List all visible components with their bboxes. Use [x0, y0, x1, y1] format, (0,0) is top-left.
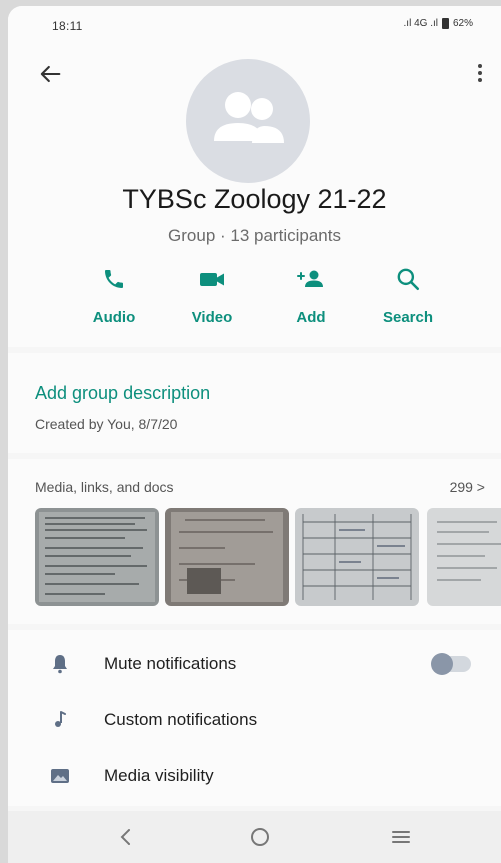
- phone-screen: 18:11 .ıl 4G .ıl 62% TYBSc Zoology 21-22…: [8, 6, 501, 863]
- audio-label: Audio: [92, 309, 136, 326]
- search-label: Search: [382, 309, 434, 326]
- media-thumbnail[interactable]: [35, 508, 159, 606]
- search-button[interactable]: Search: [363, 264, 453, 326]
- add-label: Add: [296, 309, 326, 326]
- mute-notifications-label: Mute notifications: [104, 654, 237, 673]
- notification-settings: Mute notifications Custom notifications …: [8, 630, 501, 806]
- group-description-section: Add group description Created by You, 8/…: [8, 353, 501, 453]
- media-count-link[interactable]: 299 >: [450, 479, 485, 495]
- video-label: Video: [191, 309, 233, 326]
- group-subtitle: Group · 13 participants: [168, 226, 341, 245]
- created-by-text: Created by You, 8/7/20: [35, 416, 178, 432]
- media-visibility-label: Media visibility: [104, 766, 214, 785]
- nav-home-icon[interactable]: [240, 823, 280, 851]
- music-note-icon: [55, 711, 66, 727]
- nav-back-icon[interactable]: [106, 823, 146, 851]
- media-links-docs-title[interactable]: Media, links, and docs: [35, 479, 174, 495]
- status-time: 18:11: [52, 19, 83, 33]
- media-thumbnail[interactable]: [295, 508, 419, 606]
- add-group-description-link[interactable]: Add group description: [35, 383, 210, 404]
- media-visibility-row[interactable]: Media visibility: [8, 748, 501, 804]
- more-vertical-icon[interactable]: [475, 64, 485, 84]
- group-profile-header: TYBSc Zoology 21-22 Group · 13 participa…: [8, 42, 501, 347]
- group-avatar-icon[interactable]: [186, 59, 310, 183]
- phone-icon: [105, 270, 123, 288]
- status-bar: 18:11 .ıl 4G .ıl 62%: [8, 6, 501, 42]
- add-person-icon: [297, 270, 323, 287]
- toggle-knob: [431, 653, 453, 675]
- battery-icon: [441, 18, 449, 29]
- media-thumbnail[interactable]: [427, 508, 501, 606]
- custom-notifications-label: Custom notifications: [104, 710, 258, 729]
- custom-notifications-row[interactable]: Custom notifications: [8, 692, 501, 748]
- media-thumbnail[interactable]: [165, 508, 289, 606]
- mute-notifications-row[interactable]: Mute notifications: [8, 636, 501, 692]
- system-navigation-bar: [8, 811, 501, 863]
- media-section: Media, links, and docs 299 >: [8, 459, 501, 624]
- video-camera-icon: [200, 273, 224, 286]
- add-participant-button[interactable]: Add: [266, 264, 356, 326]
- audio-call-button[interactable]: Audio: [69, 264, 159, 326]
- mute-notifications-toggle[interactable]: [431, 653, 471, 675]
- battery-level: 62%: [452, 18, 473, 29]
- search-icon: [397, 268, 420, 291]
- status-icons: .ıl 4G .ıl 62%: [404, 18, 473, 29]
- group-name: TYBSc Zoology 21-22: [122, 184, 387, 214]
- action-bar: Audio Video Add Search: [8, 264, 501, 334]
- arrow-left-icon[interactable]: [36, 60, 64, 88]
- nav-recents-icon[interactable]: [381, 823, 421, 851]
- video-call-button[interactable]: Video: [167, 264, 257, 326]
- bell-icon: [53, 655, 67, 674]
- signal-indicator: .ıl 4G .ıl: [403, 18, 438, 29]
- image-icon: [51, 769, 69, 783]
